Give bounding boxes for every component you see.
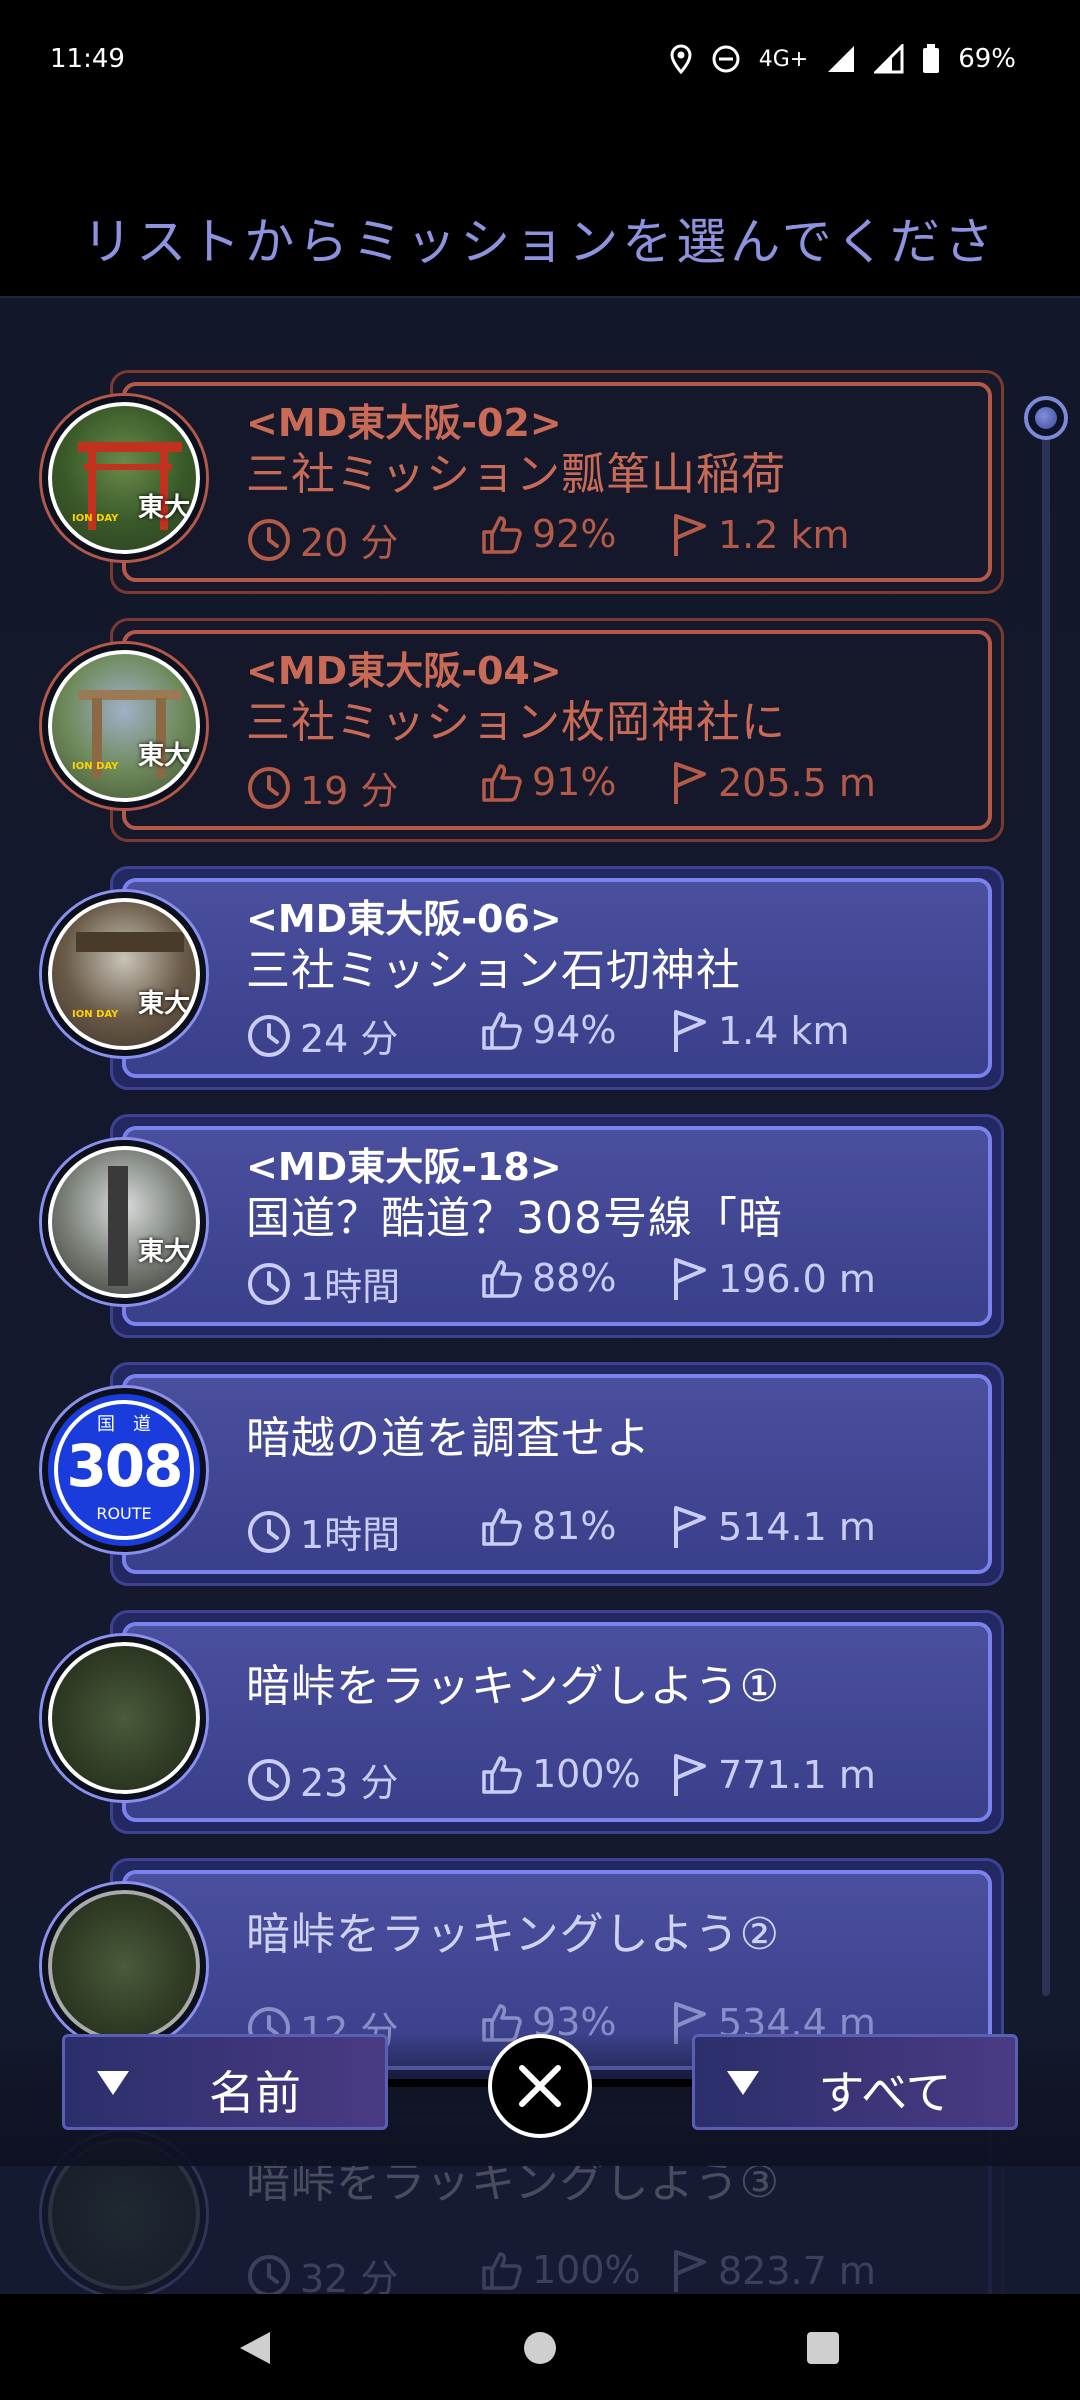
mission-rating: 81% [532,1504,617,1548]
mission-title: 暗峠をラッキングしよう② [246,1909,781,1960]
thumbs-up-icon [482,1012,522,1050]
back-icon[interactable] [238,2330,272,2366]
thumbs-up-icon [482,1260,522,1298]
sort-dropdown-label: 名前 [209,2066,301,2120]
mission-thumbnail: ION DAY 東大 [42,396,206,560]
dnd-icon [712,45,740,73]
thumbs-up-icon [482,1508,522,1546]
thumbs-up-icon [482,516,522,554]
battery-level: 69% [958,44,1016,74]
divider-left [388,2079,488,2087]
clock-icon [248,1510,290,1553]
flag-icon [674,1506,706,1548]
page-title: リストからミッションを選んでくださ [82,213,998,271]
mission-rating: 92% [532,512,617,556]
mission-item[interactable]: ION DAY 東大 <MD東大阪-02> 三社ミッション瓢箪山稲荷 20 分 … [42,370,1004,594]
mission-distance: 823.7 m [718,2249,876,2293]
close-x-icon [519,2065,561,2107]
mission-title: 三社ミッション枚岡神社に [246,697,786,748]
mission-distance: 1.2 km [718,513,850,557]
mission-list[interactable]: ION DAY 東大 <MD東大阪-02> 三社ミッション瓢箪山稲荷 20 分 … [0,298,1080,2294]
mission-thumbnail [42,1636,206,1800]
clock-icon [248,2254,290,2294]
mission-item[interactable]: 暗峠をラッキングしよう① 23 分 100% 771.1 m [42,1610,1004,1834]
close-button[interactable] [488,2034,592,2138]
mission-rating: 88% [532,1256,617,1300]
mission-stats: 19 分 91% 205.5 m [246,760,966,813]
status-icons: 4G+ 69% [669,44,1016,74]
mission-thumbnail: ION DAY 東大 [42,892,206,1056]
mission-rating: 91% [532,760,617,804]
recents-icon[interactable] [807,2332,839,2364]
clock-icon [248,766,290,809]
mission-thumbnail: ION DAY 東大 [42,644,206,808]
flag-icon [674,1010,706,1052]
mission-distance: 205.5 m [718,761,876,805]
mission-time: 1時間 [300,1265,401,1309]
battery-icon [923,44,940,73]
mission-time: 1時間 [300,1513,401,1557]
mission-title: 三社ミッション石切神社 [246,945,741,996]
filter-dropdown[interactable]: すべて [692,2034,1018,2130]
mission-item[interactable]: ION DAY 東大 <MD東大阪-06> 三社ミッション石切神社 24 分 9… [42,866,1004,1090]
mission-rating: 100% [532,2248,641,2292]
signal2-icon [874,44,904,74]
flag-icon [674,2250,706,2292]
route-308-icon: 国 道 308 ROUTE [42,1388,206,1552]
mission-time: 19 分 [300,769,399,813]
mission-stats: 23 分 100% 771.1 m [246,1752,966,1805]
home-icon[interactable] [524,2332,556,2364]
mission-thumbnail: 東大 [42,1140,206,1304]
mission-distance: 771.1 m [718,1753,876,1797]
mission-distance: 514.1 m [718,1505,876,1549]
mission-stats: 1時間 81% 514.1 m [246,1504,966,1557]
thumbs-up-icon [482,2252,522,2290]
status-time: 11:49 [50,44,125,74]
mission-time: 32 分 [300,2257,399,2294]
mission-stats: 1時間 88% 196.0 m [246,1256,966,1309]
system-nav-bar [0,2294,1080,2400]
flag-icon [674,762,706,804]
sort-dropdown[interactable]: 名前 [62,2034,388,2130]
scroll-track[interactable] [1042,402,1050,1996]
status-bar: 11:49 4G+ 69% [0,0,1080,118]
clock-icon [248,1758,290,1801]
mission-time: 20 分 [300,521,399,565]
network-type: 4G+ [758,46,809,72]
clock-icon [248,518,290,561]
mission-title: 暗越の道を調査せよ [246,1413,651,1464]
flag-icon [674,1258,706,1300]
mission-item[interactable]: 国 道 308 ROUTE 暗越の道を調査せよ 1時間 81% 514.1 m [42,1362,1004,1586]
mission-stats: 32 分 100% 823.7 m [246,2248,966,2294]
mission-stats: 24 分 94% 1.4 km [246,1008,966,1061]
mission-stats: 20 分 92% 1.2 km [246,512,966,565]
mission-thumbnail [42,1884,206,2048]
mission-distance: 1.4 km [718,1009,850,1053]
location-icon [670,44,692,74]
mission-rating: 100% [532,1752,641,1796]
mission-title: 国道？酷道？308号線「暗 [246,1193,783,1244]
mission-time: 23 分 [300,1761,399,1805]
mission-title: 三社ミッション瓢箪山稲荷 [246,449,786,500]
mission-time: 24 分 [300,1017,399,1061]
divider-right [592,2079,692,2087]
mission-rating: 94% [532,1008,617,1052]
mission-item[interactable]: ION DAY 東大 <MD東大阪-04> 三社ミッション枚岡神社に 19 分 … [42,618,1004,842]
flag-icon [674,1754,706,1796]
signal-icon [828,46,855,72]
filter-dropdown-label: すべて [818,2066,952,2120]
thumbs-up-icon [482,1756,522,1794]
mission-title: 暗峠をラッキングしよう① [246,1661,781,1712]
clock-icon [248,1014,290,1057]
thumbs-up-icon [482,764,522,802]
flag-icon [674,514,706,556]
clock-icon [248,1262,290,1305]
scroll-thumb[interactable] [1024,396,1068,440]
mission-distance: 196.0 m [718,1257,876,1301]
mission-item[interactable]: 東大 <MD東大阪-18> 国道？酷道？308号線「暗 1時間 88% 196.… [42,1114,1004,1338]
